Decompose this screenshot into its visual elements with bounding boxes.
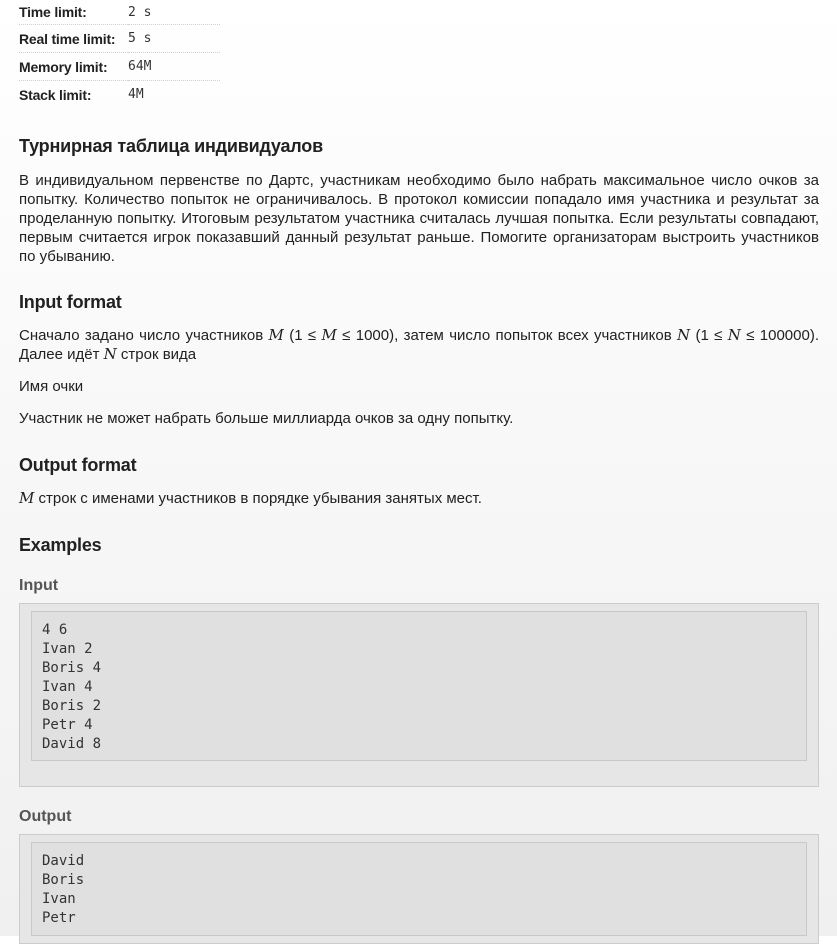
text-fragment: ≤ 1000), затем число попыток всех участн… [336, 327, 678, 344]
example-output-box: David Boris Ivan Petr [19, 834, 819, 944]
output-format-heading: Output format [19, 455, 137, 475]
math-var: N [677, 326, 691, 344]
text-fragment: (1 ≤ [283, 327, 322, 344]
math-var: N [103, 345, 117, 363]
limit-label: Memory limit: [19, 52, 128, 81]
example-input-code: 4 6 Ivan 2 Boris 4 Ivan 4 Boris 2 Petr 4… [31, 611, 807, 761]
limit-row-time: Time limit: 2 s [19, 0, 220, 25]
problem-statement: В индивидуальном первенстве по Дартс, уч… [19, 172, 819, 265]
limit-row-memory: Memory limit: 64M [19, 52, 220, 81]
input-format-paragraph: Сначало задано число участников M (1 ≤ M… [19, 326, 819, 364]
example-input-text: 4 6 Ivan 2 Boris 4 Ivan 4 Boris 2 Petr 4… [42, 622, 102, 752]
limit-value: 5 s [128, 24, 220, 53]
input-format-line-example: Имя очки [19, 378, 84, 395]
text-fragment: (1 ≤ [690, 327, 728, 344]
input-format-note: Участник не может набрать больше миллиар… [19, 410, 514, 427]
input-format-heading: Input format [19, 292, 122, 312]
problem-page: Time limit: 2 s Real time limit: 5 s Mem… [19, 0, 819, 944]
limit-row-stack: Stack limit: 4M [19, 81, 220, 109]
text-fragment: строк вида [116, 346, 197, 363]
example-input-box: 4 6 Ivan 2 Boris 4 Ivan 4 Boris 2 Petr 4… [19, 603, 819, 787]
limits-table: Time limit: 2 s Real time limit: 5 s Mem… [19, 0, 220, 108]
limit-label: Time limit: [19, 0, 128, 25]
limit-label: Stack limit: [19, 86, 92, 103]
examples-heading: Examples [19, 535, 102, 555]
problem-title: Турнирная таблица индивидуалов [19, 136, 323, 156]
example-input-label: Input [19, 577, 59, 594]
example-output-label: Output [19, 808, 72, 825]
math-var: M [268, 326, 284, 344]
math-var: N [727, 326, 741, 344]
limit-value: 64M [128, 52, 220, 81]
text-fragment: строк с именами участников в порядке убы… [34, 490, 482, 507]
math-var: M [321, 326, 337, 344]
example-output-code: David Boris Ivan Petr [31, 842, 807, 936]
limit-value: 4M [128, 87, 144, 102]
limit-label: Real time limit: [19, 24, 128, 53]
text-fragment: Сначало задано число участников [19, 327, 269, 344]
limit-row-real-time: Real time limit: 5 s [19, 24, 220, 53]
example-output-text: David Boris Ivan Petr [42, 853, 85, 926]
limit-value: 2 s [128, 0, 220, 25]
output-format-paragraph: M строк с именами участников в порядке у… [19, 489, 819, 508]
math-var: M [19, 489, 35, 507]
